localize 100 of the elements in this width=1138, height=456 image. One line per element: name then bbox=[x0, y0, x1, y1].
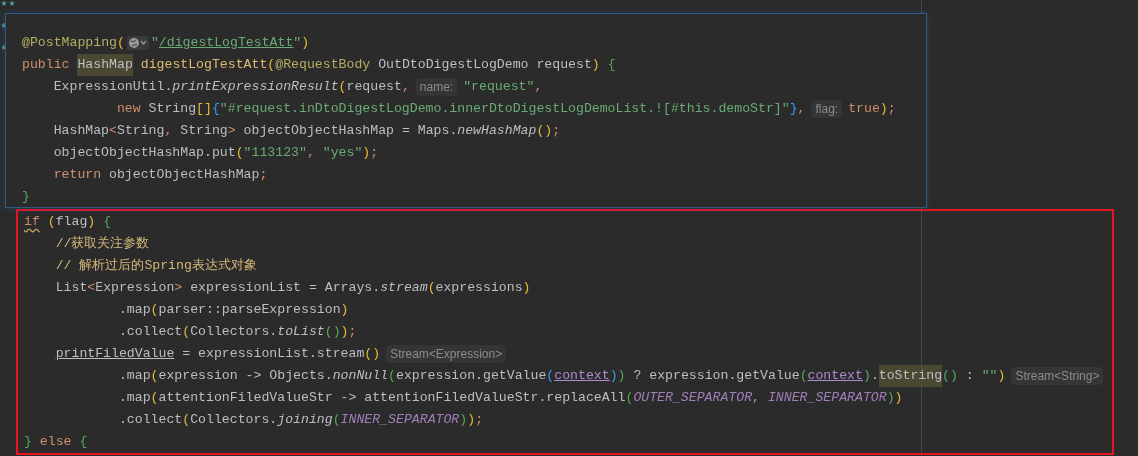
code-text: ExpressionUtil. bbox=[53, 78, 173, 96]
highlighted-identifier: HashMap bbox=[77, 54, 133, 76]
keyword: ; bbox=[259, 166, 268, 184]
bracket: } bbox=[24, 433, 32, 451]
code-text: OutDtoDigestLogDemo request bbox=[377, 56, 592, 74]
code-comment: //获取关注参数 bbox=[55, 235, 150, 253]
annotation: @RequestBody bbox=[275, 56, 371, 74]
bracket: ) bbox=[459, 411, 468, 429]
keyword: < bbox=[109, 122, 117, 140]
keyword: , bbox=[752, 389, 760, 407]
keyword: , bbox=[164, 122, 173, 140]
bracket: ( bbox=[799, 367, 808, 385]
bracket: ( bbox=[332, 411, 341, 429]
bracket: () bbox=[536, 122, 553, 140]
code-text: String bbox=[179, 122, 228, 140]
keyword: ; bbox=[475, 411, 484, 429]
keyword: ; bbox=[370, 144, 379, 162]
code-text: flag bbox=[55, 213, 88, 231]
string-literal: " bbox=[150, 34, 159, 52]
method-call: toList bbox=[277, 323, 325, 341]
code-text: .map bbox=[118, 389, 151, 407]
bracket: ) bbox=[617, 367, 626, 385]
keyword: ; bbox=[552, 122, 561, 140]
bracket: ) bbox=[340, 301, 349, 319]
code-text: parser::parseExpression bbox=[158, 301, 341, 319]
code-text: expressionList = Arrays. bbox=[189, 279, 381, 297]
code-text: Collectors. bbox=[190, 323, 278, 341]
code-text: = expressionList.stream bbox=[181, 345, 365, 363]
code-text: expression.getValue bbox=[395, 367, 547, 385]
highlighted-identifier: toString bbox=[878, 365, 943, 387]
code-text: String bbox=[148, 100, 197, 118]
constant: INNER_SEPARATOR bbox=[340, 411, 460, 429]
bracket: ( bbox=[150, 367, 159, 385]
code-text: . bbox=[870, 367, 879, 385]
bracket: ( bbox=[150, 301, 159, 319]
string-literal: "#request.inDtoDigestLogDemo.innerDtoDigestLogDemoList.![#this.demoStr]" bbox=[219, 100, 790, 118]
bracket: ) bbox=[894, 389, 903, 407]
bracket: ) bbox=[522, 279, 531, 297]
bracket: ) bbox=[591, 56, 600, 74]
code-text: Expression bbox=[95, 279, 175, 297]
method-call: nonNull bbox=[332, 367, 389, 385]
bracket: ( bbox=[427, 279, 436, 297]
keyword: , bbox=[401, 78, 410, 96]
bracket: { bbox=[102, 213, 112, 231]
bracket: ( bbox=[267, 56, 276, 74]
bracket: } bbox=[22, 188, 30, 206]
bracket: ) bbox=[879, 100, 888, 118]
keyword: if bbox=[24, 213, 40, 231]
keyword: true bbox=[848, 100, 880, 118]
constant: INNER_SEPARATOR bbox=[766, 389, 887, 407]
string-literal: "request" bbox=[463, 78, 535, 96]
globe-icon[interactable] bbox=[126, 36, 149, 50]
bracket: ) bbox=[301, 34, 310, 52]
bracket: [] bbox=[196, 100, 212, 118]
bracket: ) bbox=[362, 144, 371, 162]
keyword: ; bbox=[887, 100, 896, 118]
code-text: objectObjectHashMap bbox=[109, 166, 260, 184]
bracket: ( bbox=[388, 367, 396, 385]
string-literal: " bbox=[293, 34, 302, 52]
keyword: > bbox=[227, 122, 236, 140]
annotation: @PostMapping bbox=[22, 34, 117, 52]
code-text: .map bbox=[118, 367, 151, 385]
keyword: , bbox=[534, 78, 543, 96]
doc-comment-mark: ** bbox=[0, 0, 16, 14]
keyword: new bbox=[116, 100, 142, 118]
code-text: .collect bbox=[118, 323, 183, 341]
code-comment: // 解析过后的Spring表达式对象 bbox=[55, 257, 257, 275]
keyword: , bbox=[797, 100, 806, 118]
code-text: request bbox=[346, 78, 402, 96]
constant: OUTER_SEPARATOR bbox=[633, 389, 753, 407]
inlay-hint: flag: bbox=[811, 100, 843, 118]
keyword: else bbox=[38, 433, 72, 451]
inlay-hint: name: bbox=[415, 78, 458, 96]
code-text: : bbox=[964, 367, 974, 385]
bracket: ( bbox=[546, 367, 555, 385]
bracket: { bbox=[606, 56, 616, 74]
bracket: ( bbox=[116, 34, 125, 52]
bracket: () bbox=[324, 323, 341, 341]
method-call: newHashMap bbox=[457, 122, 537, 140]
variable-name: printFiledValue bbox=[55, 345, 175, 363]
code-text: expressions bbox=[435, 279, 523, 297]
code-text: String bbox=[116, 122, 165, 140]
field-reference: context bbox=[554, 367, 610, 385]
bracket: ) bbox=[997, 367, 1006, 385]
bracket: ) bbox=[609, 367, 618, 385]
string-literal: "" bbox=[980, 367, 998, 385]
keyword: < bbox=[87, 279, 96, 297]
keyword: public bbox=[22, 56, 71, 74]
bracket: ( bbox=[338, 78, 347, 96]
field-reference: context bbox=[807, 367, 863, 385]
keyword: return bbox=[53, 166, 103, 184]
keyword: , bbox=[306, 144, 315, 162]
method-call: joining bbox=[277, 411, 333, 429]
bracket: } bbox=[789, 100, 798, 118]
code-text: expression -> Objects. bbox=[158, 367, 333, 385]
code-text: .collect bbox=[118, 411, 183, 429]
bracket: ) bbox=[886, 389, 895, 407]
string-literal: "yes" bbox=[321, 144, 363, 162]
bracket: ) bbox=[862, 367, 871, 385]
bracket: ) bbox=[340, 323, 349, 341]
